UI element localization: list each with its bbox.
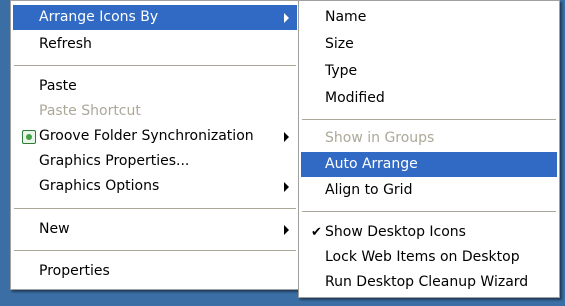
menu-item-label: Show Desktop Icons (325, 224, 466, 240)
menu-item-label: Modified (325, 90, 385, 106)
checkmark-icon: ✔ (311, 225, 322, 240)
submenu-arrow-icon (284, 132, 289, 142)
submenu-arrow-icon (284, 225, 289, 235)
menu-item-label: Name (325, 9, 367, 25)
menu-item-lock-web-items[interactable]: Lock Web Items on Desktop (301, 245, 557, 270)
menu-item-label: Properties (39, 263, 110, 279)
menu-item-refresh[interactable]: Refresh (13, 32, 297, 57)
submenu-arrow-icon (284, 182, 289, 192)
menu-item-sort-modified[interactable]: Modified (301, 86, 557, 111)
menu-item-paste[interactable]: Paste (13, 74, 297, 99)
submenu-arrow-icon (284, 13, 289, 23)
menu-item-label: Show in Groups (325, 130, 435, 146)
menu-item-arrange-icons-by[interactable]: Arrange Icons By (13, 5, 297, 30)
menu-item-graphics-options[interactable]: Graphics Options (13, 174, 297, 199)
menu-item-sort-name[interactable]: Name (301, 5, 557, 30)
menu-item-groove-folder-sync[interactable]: Groove Folder Synchronization (13, 124, 297, 149)
menu-item-label: Auto Arrange (325, 156, 418, 172)
menu-item-label: Paste (39, 78, 77, 94)
menu-item-sort-size[interactable]: Size (301, 32, 557, 57)
menu-item-label: Size (325, 36, 354, 52)
menu-item-label: Refresh (39, 36, 92, 52)
menu-item-label: Arrange Icons By (39, 9, 159, 25)
menu-separator (302, 211, 556, 213)
groove-icon (22, 130, 36, 144)
menu-item-show-desktop-icons[interactable]: ✔ Show Desktop Icons (301, 220, 557, 245)
menu-item-sort-type[interactable]: Type (301, 59, 557, 84)
menu-item-align-to-grid[interactable]: Align to Grid (301, 178, 557, 203)
desktop-context-menu: Arrange Icons By Refresh Paste Paste Sho… (10, 0, 300, 290)
menu-item-graphics-properties[interactable]: Graphics Properties... (13, 149, 297, 174)
menu-item-new[interactable]: New (13, 217, 297, 242)
menu-item-show-in-groups: Show in Groups (301, 126, 557, 151)
menu-item-properties[interactable]: Properties (13, 259, 297, 284)
menu-item-label: New (39, 221, 70, 237)
menu-item-label: Type (325, 63, 358, 79)
menu-item-paste-shortcut: Paste Shortcut (13, 99, 297, 124)
menu-separator (302, 119, 556, 121)
menu-item-label: Lock Web Items on Desktop (325, 249, 520, 265)
menu-item-label: Graphics Options (39, 178, 160, 194)
menu-item-run-cleanup-wizard[interactable]: Run Desktop Cleanup Wizard (301, 270, 557, 295)
menu-separator (14, 250, 296, 252)
menu-item-label: Graphics Properties... (39, 153, 190, 169)
menu-item-label: Run Desktop Cleanup Wizard (325, 274, 529, 290)
menu-item-label: Groove Folder Synchronization (39, 128, 254, 144)
menu-item-label: Align to Grid (325, 182, 413, 198)
menu-item-label: Paste Shortcut (39, 103, 141, 119)
menu-separator (14, 208, 296, 210)
menu-item-auto-arrange[interactable]: Auto Arrange (301, 152, 557, 177)
arrange-icons-submenu: Name Size Type Modified Show in Groups A… (298, 0, 560, 298)
menu-separator (14, 65, 296, 67)
